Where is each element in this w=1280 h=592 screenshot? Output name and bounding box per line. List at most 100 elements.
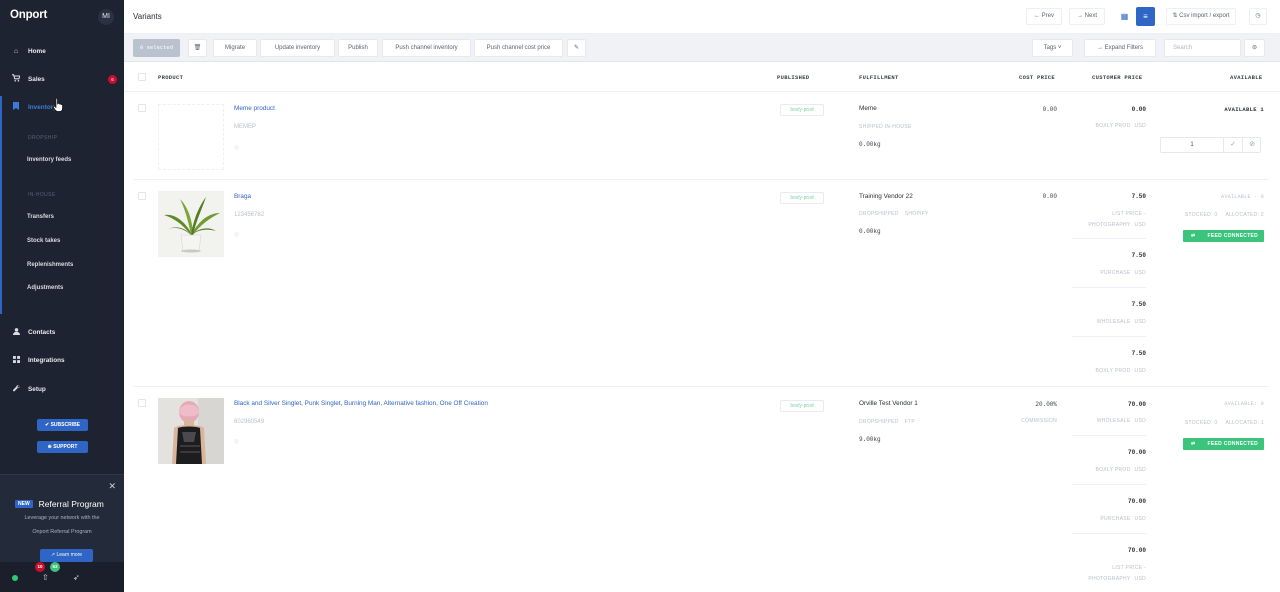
column-header-product[interactable]: PRODUCT — [158, 74, 183, 81]
row-checkbox[interactable] — [138, 399, 146, 407]
status-online-indicator — [12, 575, 18, 581]
referral-text-line-1: Leverage your network with the — [24, 515, 100, 521]
rocket-icon[interactable]: ➶ — [73, 573, 80, 582]
select-all-checkbox[interactable] — [138, 73, 146, 81]
feed-connected-badge[interactable]: ⇄ FEED CONNECTED — [1183, 438, 1264, 450]
brand-logo[interactable]: Onport — [10, 9, 47, 21]
sidebar-item-stock-takes[interactable]: Stock takes — [27, 238, 60, 244]
next-button[interactable]: → Next — [1069, 8, 1105, 25]
csv-import-export-button[interactable]: ⇅ Csv import / export — [1166, 8, 1236, 25]
cancel-icon[interactable]: ⊘ — [1242, 138, 1261, 152]
sidebar-item-adjustments[interactable]: Adjustments — [27, 285, 63, 291]
quantity-stepper[interactable]: 1 ✓ ⊘ — [1160, 137, 1261, 153]
grid-view-toggle[interactable]: ▦ — [1115, 7, 1134, 26]
column-header-customer-price[interactable]: CUSTOMER PRICE — [1092, 74, 1142, 81]
referral-title: Referral Program — [38, 499, 104, 509]
settings-button[interactable]: ◷ — [1249, 8, 1267, 25]
nav-item-setup[interactable]: Setup — [11, 382, 124, 396]
product-title-link[interactable]: Braga — [234, 193, 251, 200]
nav-item-contacts[interactable]: Contacts — [11, 325, 124, 339]
quantity-input[interactable]: 1 — [1161, 138, 1223, 152]
row-action-dot[interactable] — [234, 439, 239, 444]
grid-view-icon: ▦ — [1120, 12, 1129, 21]
column-header-fulfillment[interactable]: FULFILLMENT — [859, 74, 899, 81]
published-channel-chip[interactable]: boxly-prod — [780, 192, 824, 204]
search-input[interactable]: Search — [1164, 39, 1241, 57]
push-channel-inventory-button[interactable]: Push channel inventory — [382, 39, 471, 57]
published-channel-chip[interactable]: boxly-prod — [780, 400, 824, 412]
vendor-name[interactable]: Training Vendor 22 — [859, 193, 913, 200]
customer-price-value: 70.00 — [1127, 547, 1146, 554]
subscribe-label: SUBSCRIBE — [50, 422, 81, 428]
user-avatar[interactable]: MI — [98, 9, 114, 25]
arrow-right-icon: → — [1076, 13, 1085, 19]
customer-price-label: LIST PRICE - PHOTOGRAPHY USD — [1076, 563, 1146, 585]
customer-price-label: BOXLY PROD USD — [1056, 121, 1146, 132]
customer-price-label: BOXLY PROD USD — [1056, 366, 1146, 377]
price-channel: WHOLESALE — [1096, 418, 1131, 424]
column-header-published[interactable]: PUBLISHED — [777, 74, 809, 81]
row-checkbox[interactable] — [138, 192, 146, 200]
expand-filters-button[interactable]: → Expand Filters — [1084, 39, 1156, 57]
feed-connected-label: FEED CONNECTED — [1207, 441, 1259, 447]
available-quantity: AVAILABLE: 0 — [1224, 401, 1264, 407]
row-divider — [134, 179, 1268, 180]
product-image[interactable] — [158, 398, 224, 464]
update-inventory-button[interactable]: Update inventory — [260, 39, 335, 57]
row-action-dot[interactable] — [234, 232, 239, 237]
clock-icon: ◷ — [1255, 13, 1261, 19]
sidebar-item-replenishments[interactable]: Replenishments — [27, 262, 73, 268]
feed-connected-badge[interactable]: ⇄ FEED CONNECTED — [1183, 230, 1264, 242]
tags-dropdown[interactable]: Tags ˅ — [1032, 39, 1073, 57]
customer-price-value: 70.00 — [1127, 498, 1146, 505]
product-image-placeholder[interactable] — [158, 104, 224, 170]
delete-button[interactable]: 🗑 — [188, 39, 207, 57]
allocated-count: ALLOCATED: 1 — [1225, 420, 1264, 426]
publish-button[interactable]: Publish — [338, 39, 378, 57]
product-image[interactable] — [158, 191, 224, 257]
nav-item-inventory[interactable]: Inventory — [11, 100, 124, 114]
vendor-name[interactable]: Meme — [859, 105, 877, 112]
sidebar-item-transfers[interactable]: Transfers — [27, 214, 54, 220]
search-options-button[interactable]: ⊜ — [1244, 39, 1265, 57]
expand-filters-label: Expand Filters — [1104, 45, 1144, 51]
task-count-badge[interactable]: 63 — [50, 562, 60, 572]
selected-count-chip: 0 selected — [133, 39, 180, 57]
user-icon — [11, 327, 21, 337]
product-title-link[interactable]: Meme product — [234, 105, 275, 112]
column-header-cost-price[interactable]: COST PRICE — [1019, 74, 1055, 81]
confirm-check-icon[interactable]: ✓ — [1223, 138, 1242, 152]
product-sku: 602960549 — [234, 419, 265, 425]
product-title-link[interactable]: Black and Silver Singlet, Punk Singlet, … — [234, 400, 488, 407]
edit-button[interactable]: ✎ — [567, 39, 586, 57]
published-channel-chip[interactable]: boxly-prod — [780, 104, 824, 116]
prev-button[interactable]: ← Prev — [1026, 8, 1062, 25]
nav-item-label: Home — [28, 47, 46, 55]
price-currency: USD — [1134, 222, 1146, 228]
row-checkbox[interactable] — [138, 104, 146, 112]
nav-item-integrations[interactable]: Integrations — [11, 353, 124, 367]
learn-more-label: Learn more — [56, 552, 83, 558]
list-view-toggle[interactable]: ≡ — [1136, 7, 1155, 26]
migrate-button[interactable]: Migrate — [213, 39, 257, 57]
push-channel-cost-price-button[interactable]: Push channel cost price — [474, 39, 563, 57]
notification-count-badge[interactable]: 10 — [35, 562, 45, 572]
column-header-available[interactable]: AVAILABLE — [1230, 74, 1262, 81]
customer-price-value: 7.50 — [1131, 252, 1146, 259]
upload-icon[interactable]: ⇧ — [42, 573, 49, 582]
new-badge: NEW — [15, 500, 33, 508]
learn-more-button[interactable]: ↗ Learn more — [40, 549, 93, 562]
support-button[interactable]: ⊕ SUPPORT — [37, 441, 88, 453]
prev-label: Prev — [1041, 13, 1054, 19]
singlet-photo — [158, 398, 224, 464]
sidebar-item-inventory-feeds[interactable]: Inventory feeds — [27, 157, 71, 163]
row-action-dot[interactable] — [234, 145, 239, 150]
close-icon[interactable]: ✕ — [108, 481, 116, 492]
row-divider — [134, 386, 1268, 387]
product-weight: 0.00kg — [859, 228, 881, 235]
shipping-source: SHOPIFY — [904, 211, 929, 217]
subscribe-button[interactable]: ✔ SUBSCRIBE — [37, 419, 88, 431]
nav-item-home[interactable]: ⌂ Home — [11, 44, 124, 58]
filter-arrow-icon: → — [1096, 45, 1105, 51]
vendor-name[interactable]: Orville Test Vendor 1 — [859, 400, 918, 407]
